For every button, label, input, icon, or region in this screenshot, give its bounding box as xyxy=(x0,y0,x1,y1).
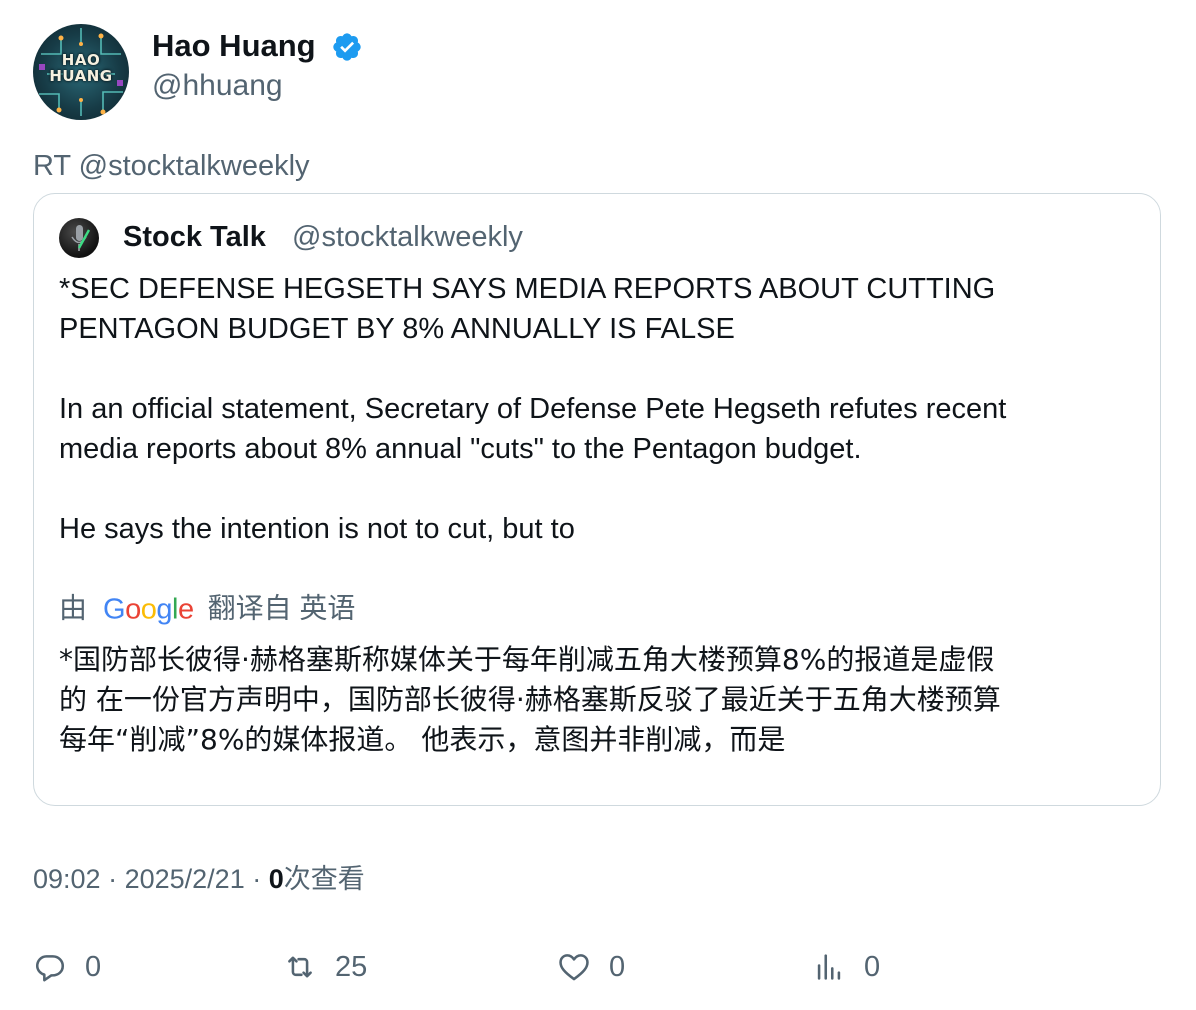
quoted-text-line: He says the intention is not to cut, but… xyxy=(59,513,575,545)
translated-line: 的 在一份官方声明中，国防部长彼得·赫格塞斯反驳了最近关于五角大楼预算 xyxy=(59,683,1001,716)
reply-icon xyxy=(35,955,65,982)
author-handle[interactable]: @hhuang xyxy=(152,68,283,104)
reply-button[interactable]: 0 xyxy=(33,947,101,987)
author-avatar[interactable]: HAO HUANG xyxy=(33,24,129,120)
quoted-tweet-card[interactable]: Stock Talk @stocktalkweekly *SEC DEFENSE… xyxy=(33,193,1161,806)
tweet-date[interactable]: 2025/2/21 xyxy=(125,864,245,894)
analytics-icon xyxy=(817,954,841,980)
verified-badge-icon xyxy=(333,33,361,61)
quoted-author-handle[interactable]: @stocktalkweekly xyxy=(292,219,523,255)
retweet-button[interactable]: 25 xyxy=(283,947,367,987)
translated-line: *国防部长彼得·赫格塞斯称媒体关于每年削减五角大楼预算8%的报道是虚假 xyxy=(59,643,995,676)
retweet-count: 25 xyxy=(335,950,368,983)
views-count: 0 xyxy=(268,864,284,894)
translation-prefix: 由 xyxy=(59,592,88,624)
google-logo-icon: Google xyxy=(103,593,194,626)
translated-line: 每年“削减”8%的媒体报道。 他表示，意图并非削减，而是 xyxy=(59,723,786,756)
tweet-meta: 09:02 · 2025/2/21 · 0次查看 xyxy=(33,864,365,894)
reply-count: 0 xyxy=(85,950,102,983)
author-name[interactable]: Hao Huang xyxy=(152,28,316,64)
tweet-time[interactable]: 09:02 xyxy=(33,864,101,894)
like-count: 0 xyxy=(609,950,626,983)
avatar-logo-text: HAO HUANG xyxy=(49,51,113,85)
quoted-author-avatar xyxy=(59,218,99,258)
retweet-icon xyxy=(288,956,312,978)
quoted-text-line: In an official statement, Secretary of D… xyxy=(59,393,1007,425)
retweet-label: RT @stocktalkweekly xyxy=(33,150,310,182)
like-button[interactable]: 0 xyxy=(557,947,625,987)
microphone-icon xyxy=(71,225,91,251)
quoted-text-line: PENTAGON BUDGET BY 8% ANNUALLY IS FALSE xyxy=(59,313,735,345)
views-action-count: 0 xyxy=(864,950,881,983)
translated-text: *国防部长彼得·赫格塞斯称媒体关于每年削减五角大楼预算8%的报道是虚假 的 在一… xyxy=(59,640,1149,760)
translation-attribution[interactable]: 由 Google 翻译自 英语 xyxy=(59,587,355,627)
quoted-text-line: media reports about 8% annual "cuts" to … xyxy=(59,433,862,465)
views-button[interactable]: 0 xyxy=(812,947,880,987)
quoted-text-line: *SEC DEFENSE HEGSETH SAYS MEDIA REPORTS … xyxy=(59,273,996,305)
heart-icon xyxy=(559,954,589,981)
quoted-author-name[interactable]: Stock Talk xyxy=(123,219,266,255)
views-label: 次查看 xyxy=(283,864,365,894)
quoted-tweet-text: *SEC DEFENSE HEGSETH SAYS MEDIA REPORTS … xyxy=(59,269,1149,549)
translation-suffix: 翻译自 英语 xyxy=(207,592,356,624)
